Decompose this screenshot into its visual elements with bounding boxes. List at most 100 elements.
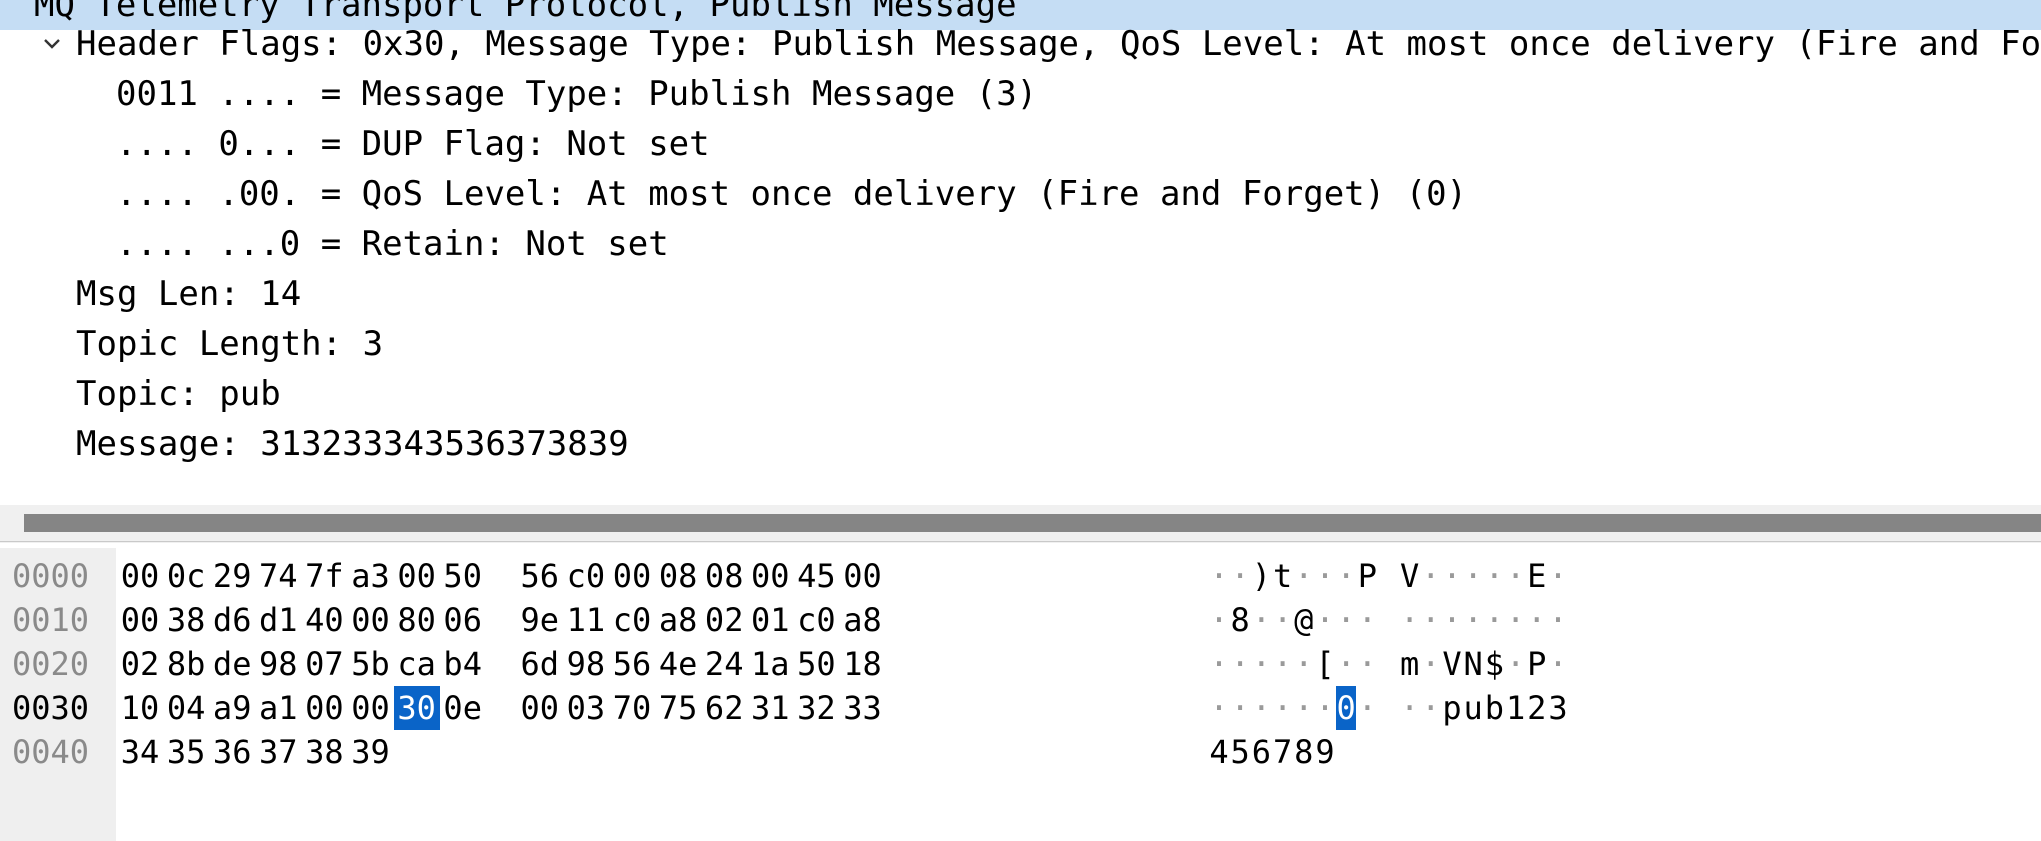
hex-byte[interactable]: 9e <box>517 598 563 642</box>
hex-byte[interactable]: d1 <box>255 598 301 642</box>
hex-byte[interactable]: a3 <box>348 554 394 598</box>
tree-row[interactable]: .... 0... = DUP Flag: Not set <box>0 119 2041 169</box>
byte-offset: 0000 <box>12 557 90 595</box>
tree-row-label: 0011 .... = Message Type: Publish Messag… <box>116 74 1038 114</box>
hex-byte[interactable]: 36 <box>209 730 255 774</box>
hex-byte[interactable]: 38 <box>163 598 209 642</box>
hex-byte[interactable]: 33 <box>840 686 886 730</box>
hex-byte[interactable]: 98 <box>563 642 609 686</box>
hex-byte[interactable]: 75 <box>655 686 701 730</box>
hex-byte[interactable]: 37 <box>255 730 301 774</box>
hex-byte[interactable]: 30 <box>393 686 440 730</box>
hex-byte[interactable]: 00 <box>117 554 163 598</box>
hex-byte[interactable]: 1a <box>747 642 793 686</box>
hex-byte[interactable]: 00 <box>517 686 563 730</box>
hex-byte[interactable]: c0 <box>563 554 609 598</box>
hex-byte[interactable]: c0 <box>793 598 839 642</box>
hex-byte[interactable]: 56 <box>517 554 563 598</box>
byte-offset: 0030 <box>12 689 90 727</box>
hex-byte[interactable]: 74 <box>255 554 301 598</box>
tree-row[interactable]: 0011 .... = Message Type: Publish Messag… <box>0 69 2041 119</box>
hex-byte[interactable]: 0c <box>163 554 209 598</box>
hex-byte[interactable]: 00 <box>609 554 655 598</box>
hex-byte[interactable]: 04 <box>163 686 209 730</box>
hex-byte[interactable]: a8 <box>655 598 701 642</box>
tree-row[interactable]: Msg Len: 14 <box>0 269 2041 319</box>
chevron-down-icon[interactable] <box>38 30 66 58</box>
tree-row[interactable]: Topic: pub <box>0 369 2041 419</box>
hex-byte[interactable]: de <box>209 642 255 686</box>
hex-byte[interactable]: 8b <box>163 642 209 686</box>
hex-byte[interactable]: 32 <box>793 686 839 730</box>
hex-byte[interactable]: 70 <box>609 686 655 730</box>
tree-row-label: Header Flags: 0x30, Message Type: Publis… <box>76 24 2041 64</box>
hex-byte[interactable]: 34 <box>117 730 163 774</box>
hex-byte[interactable]: 08 <box>655 554 701 598</box>
hex-byte[interactable]: 10 <box>117 686 163 730</box>
hex-byte[interactable]: 24 <box>701 642 747 686</box>
hex-byte[interactable]: 98 <box>255 642 301 686</box>
hex-byte[interactable]: 00 <box>301 686 347 730</box>
hex-byte[interactable]: 50 <box>440 554 486 598</box>
hex-byte[interactable]: 4e <box>655 642 701 686</box>
hex-byte[interactable]: 38 <box>301 730 347 774</box>
hex-byte[interactable]: 00 <box>348 598 394 642</box>
hex-byte[interactable]: b4 <box>440 642 486 686</box>
hex-byte[interactable]: d6 <box>209 598 255 642</box>
hex-byte[interactable]: 11 <box>563 598 609 642</box>
hex-byte[interactable]: 01 <box>747 598 793 642</box>
tree-row[interactable]: .... ...0 = Retain: Not set <box>0 219 2041 269</box>
hex-byte[interactable]: a9 <box>209 686 255 730</box>
byte-offset: 0020 <box>12 645 90 683</box>
hex-byte[interactable]: ca <box>394 642 440 686</box>
hex-byte[interactable]: 80 <box>394 598 440 642</box>
tree-row-label: Message: 313233343536373839 <box>76 424 629 464</box>
tree-row[interactable]: .... .00. = QoS Level: At most once deli… <box>0 169 2041 219</box>
hex-byte[interactable]: 00 <box>747 554 793 598</box>
hex-byte[interactable]: 31 <box>747 686 793 730</box>
hex-byte[interactable]: 02 <box>701 598 747 642</box>
hex-byte[interactable]: 45 <box>793 554 839 598</box>
hex-byte[interactable]: 62 <box>701 686 747 730</box>
hex-byte[interactable]: 03 <box>563 686 609 730</box>
hex-byte[interactable]: 50 <box>793 642 839 686</box>
hex-byte[interactable]: 40 <box>301 598 347 642</box>
hex-row: 0010 00 38 d6 d1 40 00 80 06 9e 11 c0 a8 02 01 c0 a8 · 8 · ·… <box>0 598 2041 642</box>
byte-offset: 0010 <box>12 601 90 639</box>
hex-byte[interactable]: a1 <box>255 686 301 730</box>
horizontal-scrollbar-thumb[interactable] <box>24 514 2041 532</box>
tree-row-label: Topic: pub <box>76 374 281 414</box>
hex-byte[interactable]: 0e <box>440 686 486 730</box>
hex-byte[interactable]: 56 <box>609 642 655 686</box>
hex-byte[interactable]: 39 <box>348 730 394 774</box>
hex-byte[interactable]: 06 <box>440 598 486 642</box>
hex-byte[interactable]: 07 <box>301 642 347 686</box>
hex-row: 0020 02 8b de 98 07 5b ca b4 6d 98 56 4e 24 1a 50 18 · · · ·… <box>0 642 2041 686</box>
tree-row-label: .... .00. = QoS Level: At most once deli… <box>116 174 1468 214</box>
tree-row-label: .... ...0 = Retain: Not set <box>116 224 669 264</box>
hex-byte[interactable]: 7f <box>301 554 347 598</box>
hex-byte[interactable]: 00 <box>840 554 886 598</box>
hex-byte[interactable]: 29 <box>209 554 255 598</box>
hex-byte[interactable]: 5b <box>348 642 394 686</box>
tree-row[interactable]: Message: 313233343536373839 <box>0 419 2041 469</box>
hex-byte[interactable]: 08 <box>701 554 747 598</box>
tree-row-label: .... 0... = DUP Flag: Not set <box>116 124 710 164</box>
hex-byte[interactable]: c0 <box>609 598 655 642</box>
hex-byte[interactable]: 00 <box>117 598 163 642</box>
tree-row-label: Topic Length: 3 <box>76 324 384 364</box>
packet-bytes-pane[interactable]: 0000 00 0c 29 74 7f a3 00 50 56 c0 00 08 08 00 45 00 · ·) t… <box>0 548 2041 841</box>
hex-byte[interactable]: 00 <box>394 554 440 598</box>
tree-row[interactable]: Topic Length: 3 <box>0 319 2041 369</box>
packet-details-pane[interactable]: MQ Telemetry Transport Protocol, Publish… <box>0 0 2041 505</box>
hex-byte[interactable]: 02 <box>117 642 163 686</box>
hex-byte[interactable]: a8 <box>840 598 886 642</box>
hex-byte[interactable]: 00 <box>348 686 394 730</box>
hex-row: 0030 10 04 a9 a1 00 00 30 0e 00 03 70 75 62 31 32 33 · · · ·… <box>0 686 2041 730</box>
hex-byte[interactable]: 6d <box>517 642 563 686</box>
tree-row[interactable]: Header Flags: 0x30, Message Type: Publis… <box>0 19 2041 69</box>
byte-offset: 0040 <box>12 733 90 771</box>
hex-row: 0040 34 35 36 37 38 39 4 5 6 7 8 9 <box>0 730 2041 774</box>
hex-byte[interactable]: 35 <box>163 730 209 774</box>
hex-byte[interactable]: 18 <box>840 642 886 686</box>
